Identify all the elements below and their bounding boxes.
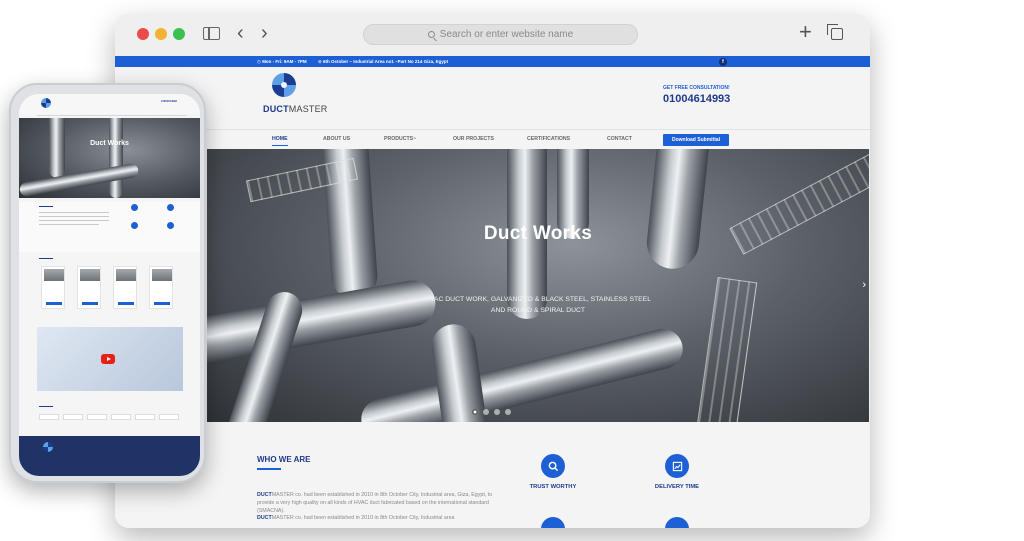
search-icon: [427, 31, 435, 38]
nav-products[interactable]: PRODUCTS~: [384, 136, 416, 142]
text-line: [39, 224, 99, 226]
nav-contact[interactable]: CONTACT: [607, 136, 632, 142]
site-header: DUCTMASTER GET FREE CONSULTATION! 010046…: [115, 67, 870, 129]
site-topbar: ◷ Mon - Fri: 9AM - 7PM ⊙ 6th October – I…: [115, 56, 870, 67]
client-logo: [87, 414, 107, 420]
client-logo: [111, 414, 131, 420]
mobile-nav-divider: [37, 115, 187, 116]
mobile-product-card[interactable]: [149, 266, 173, 309]
hero-title: Duct Works: [483, 223, 593, 244]
mobile-hero: Duct Works: [19, 118, 200, 198]
consultation-phone[interactable]: 01004614993: [663, 93, 730, 105]
duct-pipe-graphic: [207, 276, 440, 368]
feature-icon: [541, 517, 565, 528]
ductmaster-logo-text[interactable]: DUCTMASTER: [263, 104, 328, 114]
slider-dot[interactable]: [483, 409, 489, 415]
download-submittal-button[interactable]: Download Submittal: [663, 134, 729, 146]
hero-subtitle: HVAC DUCT WORK, GALVANIZED & BLACK STEEL…: [425, 296, 651, 314]
client-logo: [63, 414, 83, 420]
feature-delivery-time: DELIVERY TIME: [654, 484, 700, 490]
text-line: [39, 212, 109, 214]
mobile-device-frame: 01004614993 Duct Works: [9, 83, 206, 483]
close-window-button[interactable]: [137, 28, 149, 40]
feature-icon: [167, 222, 174, 229]
mobile-product-card[interactable]: [113, 266, 137, 309]
duct-pipe-graphic: [357, 324, 687, 422]
mobile-section-title: [39, 258, 53, 260]
mobile-footer: [19, 436, 200, 476]
mobile-section-title: [39, 206, 53, 208]
title-underline: [257, 468, 281, 470]
duct-pipe-graphic: [644, 149, 712, 272]
main-navigation: HOME ABOUT US PRODUCTS~ OUR PROJECTS CER…: [115, 129, 870, 149]
mobile-product-card[interactable]: [77, 266, 101, 309]
feature-trust-worthy: TRUST WORTHY: [529, 484, 577, 490]
mobile-section-title: [39, 406, 53, 408]
address-bar-placeholder: Search or enter website name: [439, 29, 574, 40]
feature-icon: [131, 222, 138, 229]
show-tabs-icon[interactable]: [827, 24, 843, 40]
client-logo: [39, 414, 59, 420]
website-viewport: ◷ Mon - Fri: 9AM - 7PM ⊙ 6th October – I…: [115, 56, 870, 528]
client-logo: [135, 414, 155, 420]
nav-home[interactable]: HOME: [272, 136, 288, 146]
consultation-label: GET FREE CONSULTATION!: [663, 85, 730, 91]
zoom-window-button[interactable]: [173, 28, 185, 40]
facebook-icon[interactable]: f: [719, 57, 727, 66]
opening-hours: ◷ Mon - Fri: 9AM - 7PM: [257, 59, 307, 64]
sidebar-toggle-icon[interactable]: [203, 27, 220, 40]
nav-our-projects[interactable]: OUR PROJECTS: [453, 136, 494, 142]
mobile-header: 01004614993: [19, 94, 200, 114]
minimize-window-button[interactable]: [155, 28, 167, 40]
text-line: [39, 216, 109, 218]
youtube-play-icon[interactable]: [101, 354, 115, 364]
new-tab-plus-icon[interactable]: +: [799, 20, 812, 44]
feature-icon: [665, 517, 689, 528]
text-line: [39, 220, 109, 222]
ductmaster-logo-icon[interactable]: [272, 73, 296, 97]
desktop-browser-window: ‹ › Search or enter website name + ◷ Mon…: [115, 14, 870, 528]
slider-dot[interactable]: [494, 409, 500, 415]
company-address: ⊙ 6th October – Industrial Area no1 –Par…: [318, 59, 449, 64]
duct-pipe-graphic: [49, 118, 65, 178]
back-arrow-icon[interactable]: ‹: [237, 22, 244, 44]
slider-pagination: [472, 409, 511, 415]
who-we-are-section: WHO WE ARE DUCTMASTER co. had been estab…: [115, 422, 870, 528]
section-title: WHO WE ARE: [257, 455, 311, 464]
mobile-phone-number[interactable]: 01004614993: [161, 100, 177, 103]
nav-certifications[interactable]: CERTIFICATIONS: [527, 136, 570, 142]
slider-next-arrow-icon[interactable]: ›: [862, 279, 866, 291]
ductmaster-logo-icon[interactable]: [41, 98, 51, 108]
about-paragraph: DUCTMASTER co. had been established in 2…: [257, 492, 493, 522]
mobile-product-card[interactable]: [41, 266, 65, 309]
forward-arrow-icon[interactable]: ›: [261, 22, 268, 44]
chevron-down-icon: ~: [413, 136, 417, 142]
trend-chart-icon: [167, 204, 174, 211]
slider-dot[interactable]: [472, 409, 478, 415]
client-logo: [159, 414, 179, 420]
search-icon: [131, 204, 138, 211]
address-bar[interactable]: Search or enter website name: [363, 24, 638, 45]
nav-about-us[interactable]: ABOUT US: [323, 136, 350, 142]
mobile-hero-title: Duct Works: [90, 140, 129, 147]
mobile-screen: 01004614993 Duct Works: [19, 94, 200, 476]
slider-dot[interactable]: [505, 409, 511, 415]
hero-slider: Duct Works HVAC DUCT WORK, GALVANIZED & …: [207, 149, 869, 422]
trend-chart-icon: [665, 454, 689, 478]
ductmaster-logo-icon[interactable]: [43, 442, 53, 452]
duct-pipe-graphic: [109, 118, 123, 198]
mockup-stage: ‹ › Search or enter website name + ◷ Mon…: [0, 0, 1024, 541]
browser-toolbar: ‹ › Search or enter website name +: [115, 14, 870, 56]
mobile-video-embed[interactable]: [37, 327, 183, 391]
search-icon: [541, 454, 565, 478]
